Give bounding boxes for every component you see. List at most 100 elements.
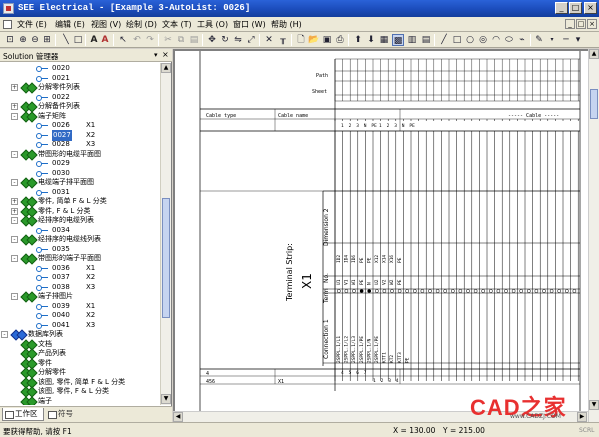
tree-scrollbar[interactable]: ▲ ▼ — [160, 63, 171, 405]
terminal-circle — [481, 289, 486, 293]
minimize-button[interactable]: _ — [555, 2, 568, 14]
move-icon[interactable]: ✥ — [206, 34, 218, 46]
zoom-window-icon[interactable]: ⊞ — [41, 34, 53, 46]
zoom-out-icon[interactable]: ⊖ — [29, 34, 41, 46]
arc-tool-icon[interactable]: ◠ — [490, 34, 502, 46]
ellipse-tool-icon[interactable]: ⬭ — [503, 34, 515, 46]
redo-icon[interactable]: ↷ — [144, 34, 156, 46]
drawing-vertical-scrollbar[interactable]: ▲ ▼ — [588, 49, 599, 422]
mdi-restore-button[interactable]: □ — [576, 19, 586, 29]
arrow-up-icon[interactable]: ⬆ — [352, 34, 364, 46]
expand-icon[interactable]: + — [11, 198, 18, 205]
circle-tool-icon[interactable]: ○ — [464, 34, 476, 46]
save-icon[interactable]: ▣ — [321, 34, 333, 46]
text-color-icon[interactable]: A — [99, 34, 111, 46]
delete-icon[interactable]: ✕ — [263, 34, 275, 46]
page-icon — [36, 246, 48, 253]
pin-icon[interactable]: ▾ — [154, 51, 158, 59]
grid-icon[interactable]: ▦ — [378, 34, 390, 46]
scroll-left-icon[interactable]: ◀ — [173, 412, 183, 422]
folder-group-icon — [22, 369, 35, 376]
panel-close-icon[interactable]: × — [162, 50, 169, 59]
line-style-icon[interactable]: ─ — [560, 34, 572, 46]
maximize-button[interactable]: □ — [569, 2, 582, 14]
expand-icon[interactable]: + — [11, 103, 18, 110]
stretch-icon[interactable]: ⤢ — [245, 34, 257, 46]
connection-value: 2SPPL.1/PE — [374, 336, 380, 363]
mirror-icon[interactable]: ⇋ — [232, 34, 244, 46]
close-button[interactable]: × — [584, 2, 597, 14]
diagonal-line-icon[interactable]: ╲ — [60, 34, 72, 46]
undo-icon[interactable]: ↶ — [131, 34, 143, 46]
collapse-icon[interactable]: - — [11, 217, 18, 224]
expand-icon[interactable]: + — [11, 84, 18, 91]
polyline-tool-icon[interactable]: ⌁ — [516, 34, 528, 46]
snap-icon[interactable]: ▩ — [392, 34, 404, 46]
properties-icon[interactable]: ▤ — [420, 34, 432, 46]
pointer-icon[interactable]: ↖ — [117, 34, 129, 46]
menu-text[interactable]: 文本 (T) — [162, 19, 192, 30]
collapse-icon[interactable]: - — [11, 293, 18, 300]
tab-workspace[interactable]: 工作区 — [2, 408, 44, 421]
row-label-dimension-2: Dimension 2 — [323, 208, 330, 246]
collapse-icon[interactable]: - — [11, 112, 18, 120]
rect-tool-icon[interactable]: □ — [451, 34, 463, 46]
scroll-up-icon[interactable]: ▲ — [589, 49, 599, 59]
database-icon — [12, 331, 25, 338]
scroll-down-icon[interactable]: ▼ — [161, 394, 171, 404]
tree-item[interactable]: 端子 — [0, 396, 160, 406]
paste-icon[interactable]: ▤ — [188, 34, 200, 46]
arrow-down-icon[interactable]: ⬇ — [365, 34, 377, 46]
zoom-in-icon[interactable]: ⊕ — [17, 34, 29, 46]
scroll-thumb[interactable] — [162, 198, 170, 318]
rectangle-icon[interactable]: □ — [72, 34, 84, 46]
menu-view[interactable]: 视图 (V) — [91, 19, 121, 30]
folder-group-icon — [22, 198, 35, 205]
rotate-icon[interactable]: ↻ — [219, 34, 231, 46]
collapse-icon[interactable]: - — [11, 150, 18, 158]
layer-icon[interactable]: ▥ — [406, 34, 418, 46]
pen-dropdown-icon[interactable]: ▾ — [546, 34, 558, 46]
cable-column-label: N — [402, 123, 405, 129]
zoom-all-icon[interactable]: ⊡ — [4, 34, 16, 46]
menu-edit[interactable]: 编辑 (E) — [55, 19, 85, 30]
expand-icon[interactable]: + — [11, 207, 18, 215]
line-style-dropdown-icon[interactable]: ▾ — [572, 34, 584, 46]
print-icon[interactable]: ⎙ — [334, 34, 346, 46]
menu-window[interactable]: 窗口 (W) — [233, 19, 266, 30]
scroll-up-icon[interactable]: ▲ — [161, 63, 171, 73]
terminal-circle — [336, 289, 341, 293]
mdi-close-button[interactable]: × — [587, 19, 597, 29]
collapse-icon[interactable]: - — [11, 236, 18, 243]
collapse-icon[interactable]: - — [1, 331, 8, 338]
document-icon[interactable] — [3, 20, 12, 29]
mdi-controls: _ □ × — [564, 19, 597, 29]
copy-icon[interactable]: ⧉ — [175, 34, 187, 46]
pen-color-icon[interactable]: ✎ — [533, 34, 545, 46]
scroll-thumb[interactable] — [590, 89, 598, 119]
menu-tools[interactable]: 工具 (O) — [197, 19, 228, 30]
bottom-number: 6 — [356, 370, 359, 376]
menu-help[interactable]: 帮助 (H) — [271, 19, 302, 30]
app-icon[interactable] — [3, 3, 14, 14]
circle-center-icon[interactable]: ◎ — [477, 34, 489, 46]
new-file-icon[interactable]: 🗋 — [295, 34, 307, 46]
insert-symbol-icon[interactable]: ╥ — [277, 34, 289, 46]
terminal-number: PE — [359, 279, 365, 285]
folder-group-icon — [22, 388, 35, 395]
bottom-number: 4 — [341, 370, 344, 376]
collapse-icon[interactable]: - — [11, 179, 18, 186]
terminal-circle — [344, 289, 349, 293]
tab-symbol[interactable]: 符号 — [46, 408, 76, 421]
drawing-area[interactable]: 1 2 3 N PE 1 2 3 N PE ID2 ID4 ID6 PE PE X12 X14 X16 PE U1 V1… — [173, 49, 599, 422]
line-tool-icon[interactable]: ╱ — [438, 34, 450, 46]
status-mode: SCRL — [579, 427, 595, 434]
cut-icon[interactable]: ✂ — [162, 34, 174, 46]
drawing-sheet[interactable]: 1 2 3 N PE 1 2 3 N PE ID2 ID4 ID6 PE PE X12 X14 X16 PE U1 V1… — [175, 51, 588, 411]
connection-value: PE — [404, 357, 410, 363]
menu-draw[interactable]: 绘制 (D) — [126, 19, 157, 30]
open-folder-icon[interactable]: 📂 — [308, 34, 320, 46]
mdi-minimize-button[interactable]: _ — [565, 19, 575, 29]
menu-file[interactable]: 文件 (E) — [17, 19, 47, 30]
collapse-icon[interactable]: - — [11, 255, 18, 262]
